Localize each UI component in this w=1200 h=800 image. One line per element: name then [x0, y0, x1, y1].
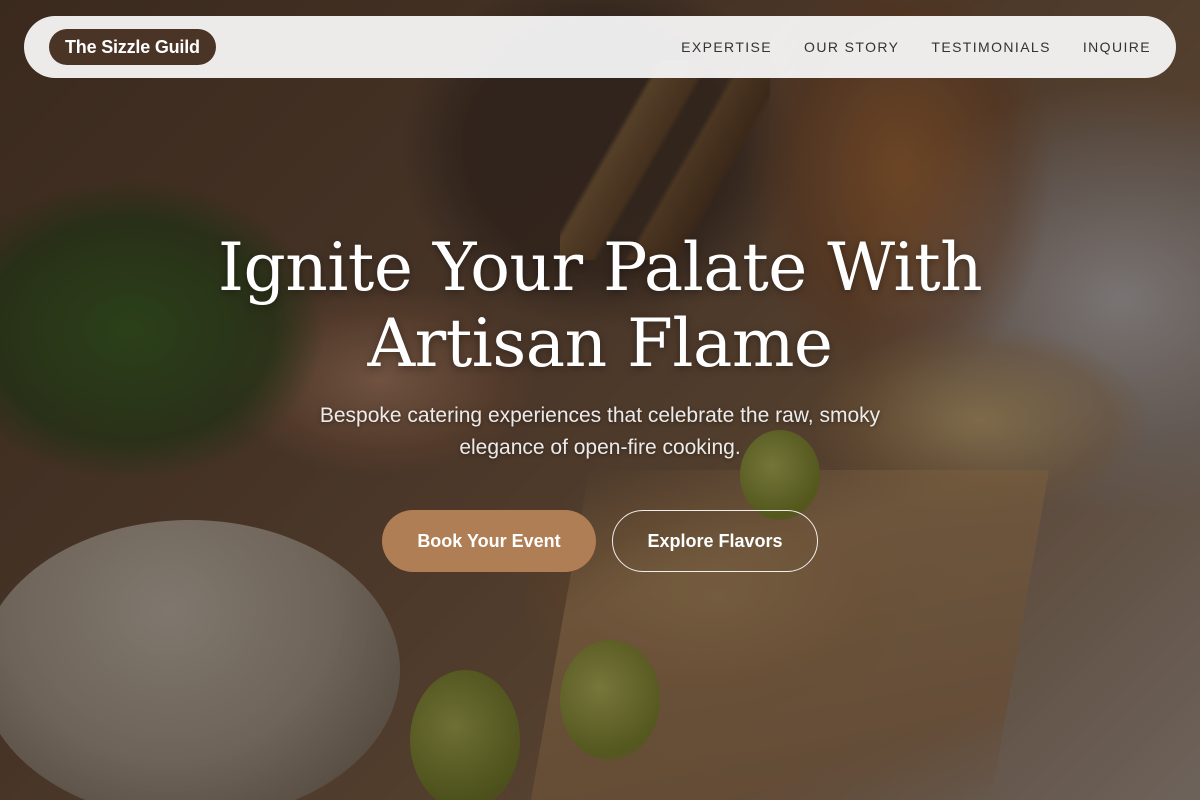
hero-section: The Sizzle Guild EXPERTISE OUR STORY TES…	[0, 0, 1200, 800]
hero-headline: Ignite Your Palate With Artisan Flame	[217, 229, 983, 382]
cta-row: Book Your Event Explore Flavors	[0, 510, 1200, 572]
top-navbar: The Sizzle Guild EXPERTISE OUR STORY TES…	[24, 16, 1176, 78]
brand-logo[interactable]: The Sizzle Guild	[49, 29, 216, 65]
nav-links: EXPERTISE OUR STORY TESTIMONIALS INQUIRE	[681, 39, 1151, 55]
book-event-button[interactable]: Book Your Event	[382, 510, 596, 572]
hero-content: Ignite Your Palate With Artisan Flame Be…	[0, 230, 1200, 572]
nav-link-expertise[interactable]: EXPERTISE	[681, 39, 772, 55]
explore-flavors-button[interactable]: Explore Flavors	[612, 510, 818, 572]
nav-link-our-story[interactable]: OUR STORY	[804, 39, 899, 55]
hero-subheadline: Bespoke catering experiences that celebr…	[319, 404, 881, 459]
nav-link-inquire[interactable]: INQUIRE	[1083, 39, 1151, 55]
nav-link-testimonials[interactable]: TESTIMONIALS	[931, 39, 1050, 55]
